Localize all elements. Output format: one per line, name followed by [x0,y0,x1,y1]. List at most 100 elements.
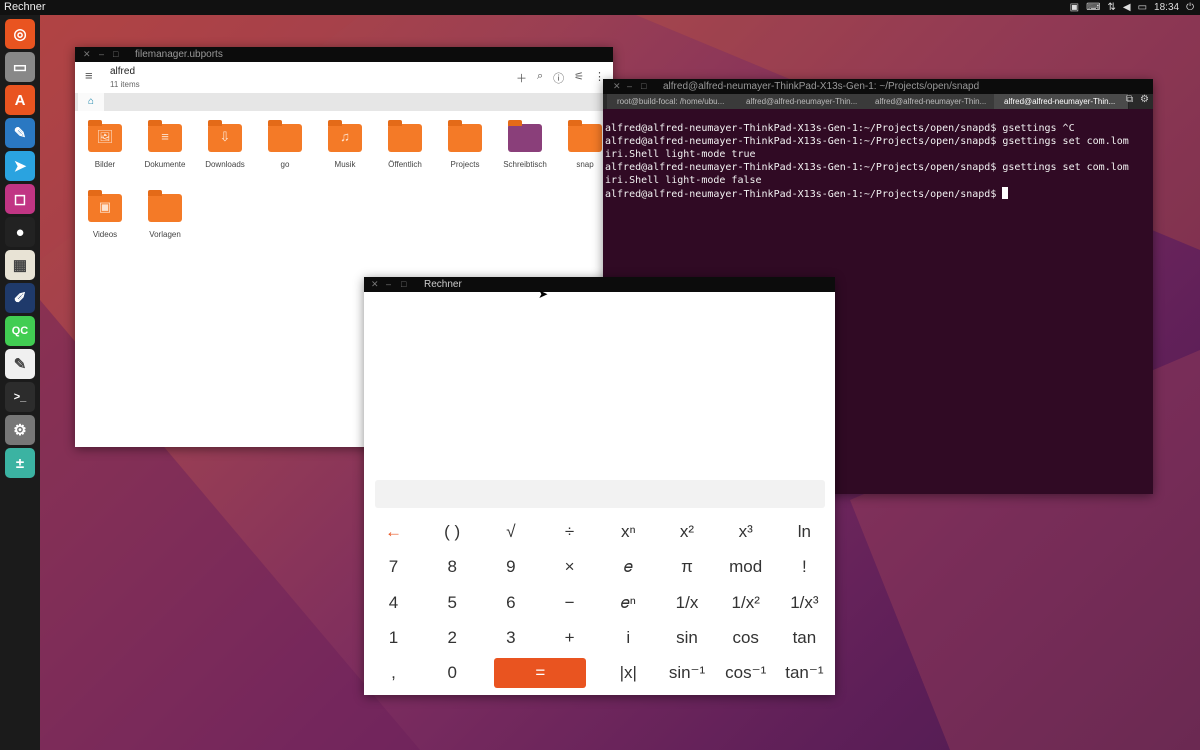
minimize-icon[interactable]: – [627,79,632,94]
settings-icon[interactable]: ⚟ [574,70,584,86]
calc-key-button[interactable]: 5 [423,588,482,618]
terminal-tab[interactable]: alfred@alfred-neumayer-Thin... [736,94,867,109]
calc-key-button[interactable]: 6 [481,588,540,618]
minimize-icon[interactable]: – [386,277,391,292]
calc-key-button[interactable]: tan⁻¹ [775,658,834,688]
camera-icon[interactable]: ▣ [1070,0,1079,15]
close-icon[interactable]: ✕ [613,79,621,94]
folder-item[interactable]: 🖼 Bilder [75,120,135,176]
terminal-tab[interactable]: alfred@alfred-neumayer-Thin... [865,94,996,109]
calc-key-button[interactable]: cos⁻¹ [716,658,775,688]
folder-item[interactable]: Öffentlich [375,120,435,176]
close-icon[interactable]: ✕ [371,277,379,292]
editor-icon[interactable]: ✐ [5,283,35,313]
folder-item[interactable]: ♫ Musik [315,120,375,176]
calc-key-button[interactable]: 𝑒 [599,552,658,582]
add-icon[interactable]: ＋ [516,70,527,86]
folder-item[interactable]: ▣ Videos [75,190,135,246]
calc-key-button[interactable]: + [540,623,599,653]
settings-icon[interactable]: ⚙ [1140,94,1149,105]
calc-key-button[interactable]: 2 [423,623,482,653]
calc-key-button[interactable]: 3 [481,623,540,653]
home-icon[interactable]: ⌂ [78,93,104,111]
info-icon[interactable]: ⓘ [553,70,564,86]
calc-key-button[interactable]: ln [775,517,834,547]
menu-icon[interactable]: ≡ [85,68,93,83]
calc-key-button[interactable]: mod [716,552,775,582]
path-bar[interactable]: ⌂ [75,93,613,111]
folder-item[interactable]: ≡ Dokumente [135,120,195,176]
terminal-titlebar[interactable]: ✕ – □ alfred@alfred-neumayer-ThinkPad-X1… [603,79,1153,94]
power-icon[interactable]: ⏻ [1186,0,1194,15]
calc-key-button[interactable]: |x| [599,658,658,688]
calc-key-button[interactable]: ! [775,552,834,582]
calc-key-button[interactable]: 9 [481,552,540,582]
tab-label: alfred@alfred-neumayer-Thin... [1004,97,1116,106]
battery-icon[interactable]: ▭ [1138,0,1147,15]
calc-key-button[interactable]: 7 [364,552,423,582]
calc-key-button[interactable]: 1/x [658,588,717,618]
rechner-app-icon[interactable]: ± [5,448,35,478]
backspace-button[interactable]: ← [364,517,423,547]
files-icon[interactable]: ▭ [5,52,35,82]
folder-item[interactable]: go [255,120,315,176]
calc-key-button[interactable]: × [540,552,599,582]
calculator-titlebar[interactable]: ✕ – □ Rechner [364,277,835,292]
calc-key-button[interactable]: x³ [716,517,775,547]
calc-key-button[interactable]: π [658,552,717,582]
network-icon[interactable]: ⇅ [1108,0,1116,15]
calc-key-button[interactable]: sin [658,623,717,653]
calc-key-button[interactable]: 1/x² [716,588,775,618]
qt-creator-icon[interactable]: QC [5,316,35,346]
calc-key-button[interactable]: 0 [423,658,482,688]
file-manager-titlebar[interactable]: ✕ – □ filemanager.ubports [75,47,613,62]
calc-key-button[interactable]: 8 [423,552,482,582]
calc-key-button[interactable]: , [364,658,423,688]
folder-icon [448,120,482,152]
calc-key-button[interactable]: 4 [364,588,423,618]
equals-button[interactable]: = [494,658,587,689]
folder-item[interactable]: ⇩ Downloads [195,120,255,176]
calc-key-button[interactable]: 𝑒ⁿ [599,588,658,618]
terminal-app-icon[interactable]: >_ [5,382,35,412]
terminal-tab[interactable]: root@build-focal: /home/ubu... [607,94,738,109]
terminal-output[interactable]: alfred@alfred-neumayer-ThinkPad-X13s-Gen… [605,109,1129,201]
traffic-light-icon[interactable]: ● [5,217,35,247]
calc-key-button[interactable]: cos [716,623,775,653]
instagram-icon[interactable]: ◻ [5,184,35,214]
keyboard-icon[interactable]: ⌨ [1086,0,1100,15]
terminal-tab-active[interactable]: alfred@alfred-neumayer-Thin... [994,94,1129,109]
calc-key-button[interactable]: sin⁻¹ [658,658,717,688]
calc-key-button[interactable]: ( ) [423,517,482,547]
maximize-icon[interactable]: □ [113,47,118,62]
settings-app-icon[interactable]: ⚙ [5,415,35,445]
telegram-icon[interactable]: ➤ [5,151,35,181]
clock[interactable]: 18:34 [1154,0,1179,15]
folder-item[interactable]: Schreibtisch [495,120,555,176]
calc-key-button[interactable]: tan [775,623,834,653]
calc-key-button[interactable]: x² [658,517,717,547]
close-icon[interactable]: ✕ [83,47,91,62]
store-icon[interactable]: A [5,85,35,115]
maximize-icon[interactable]: □ [401,277,406,292]
volume-icon[interactable]: ◀ [1123,0,1131,15]
calc-key-button[interactable]: 1/x³ [775,588,834,618]
calc-key-button[interactable]: 1 [364,623,423,653]
minimize-icon[interactable]: – [99,47,104,62]
calculator-app-icon[interactable]: ▦ [5,250,35,280]
ubuntu-icon[interactable]: ◎ [5,19,35,49]
new-tab-icon[interactable]: ⧉ [1126,94,1133,105]
folder-item[interactable]: Vorlagen [135,190,195,246]
calc-key-button[interactable]: − [540,588,599,618]
calc-key-button[interactable]: √ [481,517,540,547]
calc-key-button[interactable]: ÷ [540,517,599,547]
calculator-input[interactable] [375,480,825,508]
notes-icon[interactable]: ✎ [5,349,35,379]
folder-item[interactable]: Projects [435,120,495,176]
calc-key-button[interactable]: i [599,623,658,653]
feather-icon[interactable]: ✎ [5,118,35,148]
search-icon[interactable]: ⌕ [537,70,543,86]
tab-label: alfred@alfred-neumayer-Thin... [875,97,987,106]
calc-key-button[interactable]: xⁿ [599,517,658,547]
maximize-icon[interactable]: □ [641,79,646,94]
